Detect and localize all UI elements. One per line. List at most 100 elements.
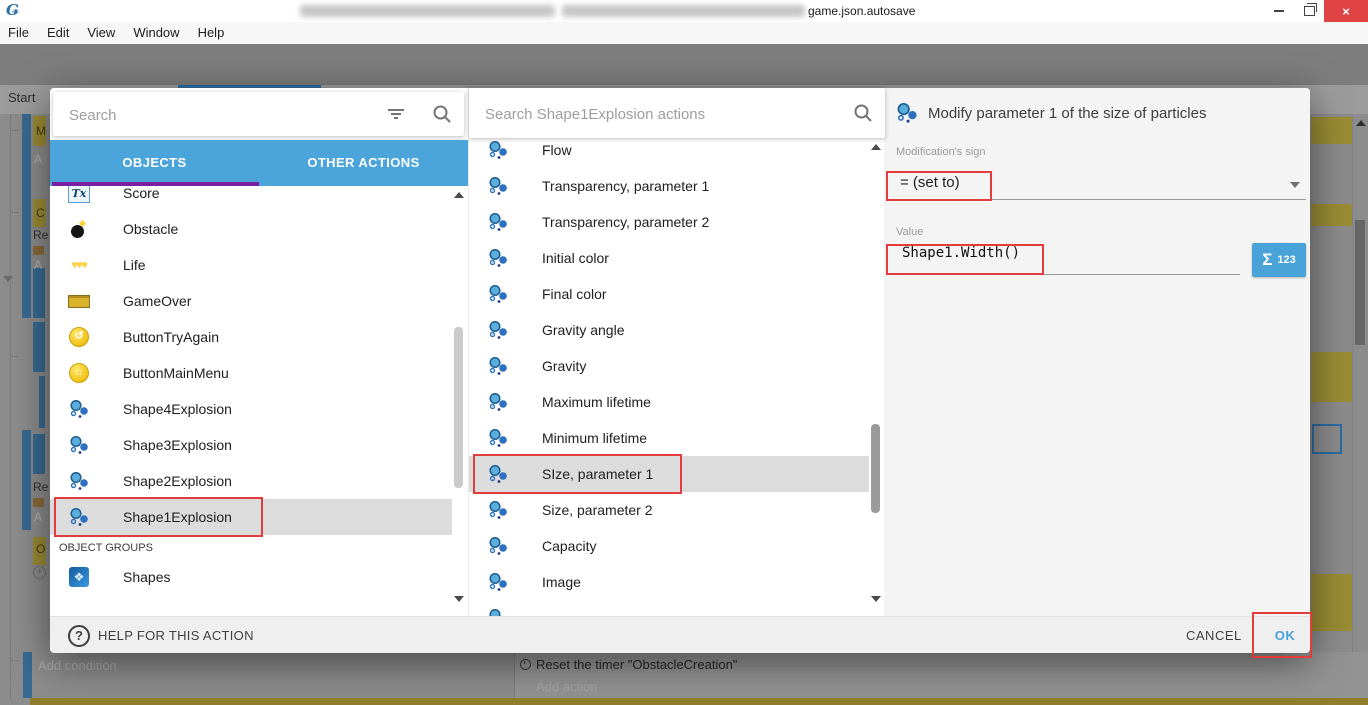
action-row[interactable]: SIze, parameter 1 <box>469 456 869 492</box>
object-row[interactable]: ButtonTryAgain <box>50 319 452 355</box>
particle-emitter-icon <box>488 320 509 341</box>
menu-window[interactable]: Window <box>124 22 188 44</box>
chevron-down-icon <box>1290 182 1300 188</box>
object-row[interactable]: Shape4Explosion <box>50 391 452 427</box>
action-row[interactable]: Gravity <box>469 348 869 384</box>
app-logo-icon: Ǥ <box>6 1 19 19</box>
actions-panel: Flow Transparency, parameter 1 <box>468 88 885 616</box>
value-field-label: Value <box>896 226 923 238</box>
action-row[interactable]: Maximum lifetime <box>469 384 869 420</box>
add-event-circle-icon: + <box>33 566 46 579</box>
particle-emitter-icon <box>488 392 509 413</box>
title-bar: Ǥ game.json.autosave × <box>0 0 1368 22</box>
object-groups-header: OBJECT GROUPS <box>50 535 468 559</box>
objects-tabs: OBJECTS OTHER ACTIONS <box>50 140 468 186</box>
objects-panel: OBJECTS OTHER ACTIONS <box>50 88 468 616</box>
particle-emitter-icon <box>488 284 509 305</box>
particle-emitter-icon <box>896 102 919 125</box>
annotation-box <box>54 497 263 537</box>
action-row[interactable]: Final color <box>469 276 869 312</box>
particle-emitter-icon <box>69 399 90 420</box>
minimize-button[interactable] <box>1264 0 1294 22</box>
gdevelop-window: Ǥ game.json.autosave × File Edit View Wi… <box>0 0 1368 705</box>
tab-objects[interactable]: OBJECTS <box>50 140 259 186</box>
particle-emitter-icon <box>488 536 509 557</box>
window-title: game.json.autosave <box>808 0 915 22</box>
restore-icon <box>1304 6 1315 16</box>
particle-emitter-icon <box>488 608 509 617</box>
objects-search-input[interactable] <box>67 92 371 138</box>
scrollbar-thumb[interactable] <box>1355 220 1365 345</box>
actions-search-input[interactable] <box>483 88 787 140</box>
tab-other-actions[interactable]: OTHER ACTIONS <box>259 140 468 186</box>
add-action-link: Add action <box>536 679 597 694</box>
object-row[interactable]: ButtonMainMenu <box>50 355 452 391</box>
blurred-title-segment <box>562 5 805 17</box>
scrollbar-thumb[interactable] <box>454 327 463 488</box>
event-tree-line <box>10 114 11 700</box>
action-row[interactable]: Image <box>469 564 869 600</box>
annotation-box <box>886 171 992 201</box>
minimize-icon <box>1274 10 1284 12</box>
expression-editor-button[interactable]: Σ 123 <box>1252 243 1306 277</box>
scrollbar-thumb[interactable] <box>871 424 880 513</box>
cancel-button[interactable]: CANCEL <box>1186 617 1242 654</box>
action-row[interactable]: Flow <box>469 138 869 168</box>
action-row[interactable]: Capacity <box>469 528 869 564</box>
menu-edit[interactable]: Edit <box>38 22 78 44</box>
parameters-panel: Modify parameter 1 of the size of partic… <box>884 88 1310 616</box>
events-scrollbar[interactable] <box>1352 114 1368 705</box>
action-row[interactable]: Initial color <box>469 240 869 276</box>
bomb-icon <box>70 220 88 238</box>
comment-bar <box>30 698 1368 705</box>
restore-button[interactable] <box>1294 0 1324 22</box>
close-button[interactable]: × <box>1324 0 1368 22</box>
object-row[interactable]: Shape2Explosion <box>50 463 452 499</box>
objects-search-card <box>53 92 464 136</box>
filter-icon[interactable] <box>387 108 405 120</box>
scroll-up-icon[interactable] <box>871 144 881 150</box>
sign-field-label: Modification's sign <box>896 146 986 158</box>
scroll-up-icon[interactable] <box>1356 120 1366 126</box>
help-icon[interactable] <box>68 625 90 647</box>
action-row[interactable]: Transparency, parameter 2 <box>469 204 869 240</box>
actions-list: Flow Transparency, parameter 1 <box>469 138 885 616</box>
menu-help[interactable]: Help <box>189 22 234 44</box>
action-row[interactable]: Size, parameter 2 <box>469 492 869 528</box>
scroll-down-icon[interactable] <box>871 596 881 602</box>
retry-button-icon <box>69 327 89 347</box>
action-editor-dialog: OBJECTS OTHER ACTIONS <box>50 88 1310 652</box>
menu-view[interactable]: View <box>78 22 124 44</box>
sigma-icon: Σ <box>1262 250 1272 270</box>
annotation-box <box>473 454 682 494</box>
scroll-up-icon[interactable] <box>454 192 464 198</box>
object-row[interactable]: Score <box>50 186 452 211</box>
action-title: Modify parameter 1 of the size of partic… <box>928 105 1206 122</box>
particle-emitter-icon <box>488 428 509 449</box>
reset-timer-action: Reset the timer "ObstacleCreation" <box>536 657 737 672</box>
scroll-down-icon[interactable] <box>454 596 464 602</box>
object-group-row[interactable]: Shapes <box>50 559 452 595</box>
text-object-icon <box>68 186 90 203</box>
action-row[interactable]: Transparency, parameter 1 <box>469 168 869 204</box>
home-button-icon <box>69 363 89 383</box>
object-row[interactable]: GameOver <box>50 283 452 319</box>
object-row[interactable]: Shape1Explosion <box>50 499 452 535</box>
action-row[interactable]: Minimum lifetime <box>469 420 869 456</box>
scene-tab-start: Start <box>8 90 35 105</box>
hearts-icon <box>72 260 87 271</box>
search-icon[interactable] <box>432 104 452 124</box>
help-link[interactable]: HELP FOR THIS ACTION <box>98 617 254 654</box>
object-row[interactable]: Life <box>50 247 452 283</box>
object-row[interactable]: Shape3Explosion <box>50 427 452 463</box>
annotation-box <box>1252 612 1312 658</box>
action-row[interactable] <box>469 600 869 616</box>
menu-file[interactable]: File <box>0 22 38 44</box>
particle-emitter-icon <box>69 435 90 456</box>
particle-emitter-icon <box>488 500 509 521</box>
action-row[interactable]: Gravity angle <box>469 312 869 348</box>
banner-icon <box>68 295 90 308</box>
particle-emitter-icon <box>488 248 509 269</box>
object-row[interactable]: Obstacle <box>50 211 452 247</box>
search-icon[interactable] <box>853 103 873 123</box>
